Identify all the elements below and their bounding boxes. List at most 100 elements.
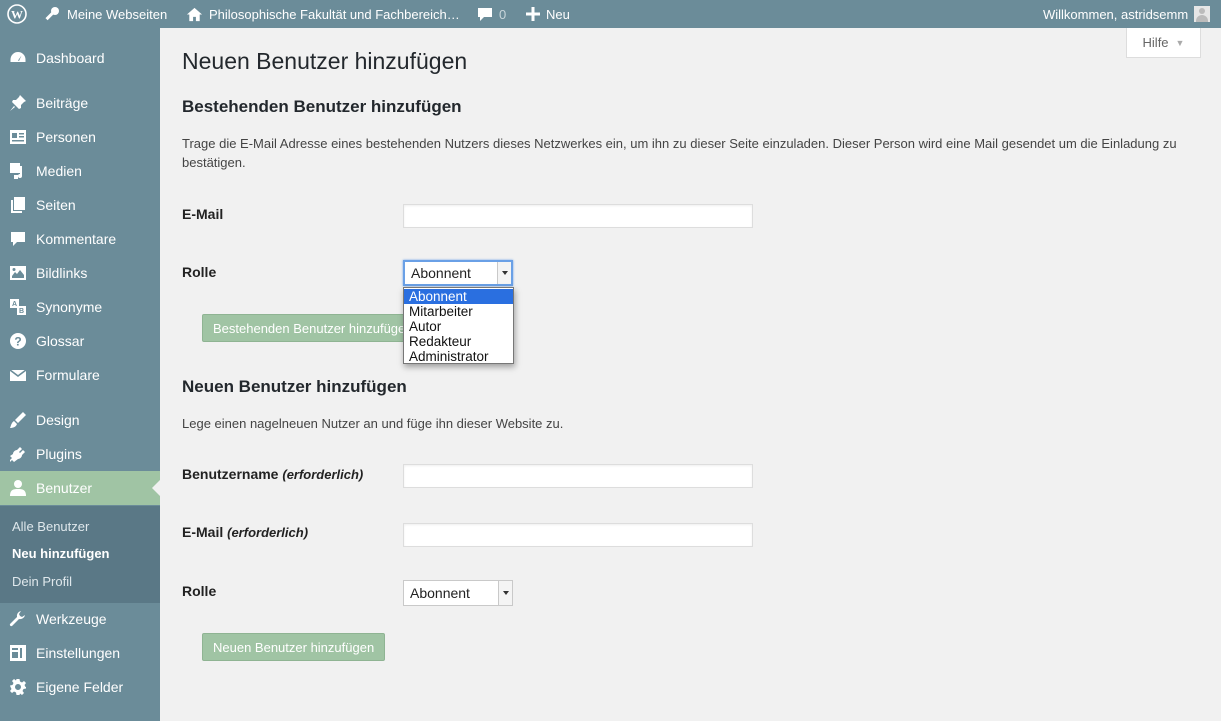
new-role-select[interactable]: Abonnent — [403, 580, 513, 606]
new-content-menu[interactable]: Neu — [526, 0, 570, 28]
user-icon — [9, 479, 27, 497]
help-tab[interactable]: Hilfe ▼ — [1126, 28, 1201, 58]
sidebar-item-dashboard[interactable]: Dashboard — [0, 41, 160, 75]
wrench-icon — [9, 610, 27, 628]
svg-text:?: ? — [14, 335, 21, 349]
new-email-input[interactable] — [403, 523, 753, 547]
home-icon — [186, 7, 203, 21]
existing-user-description: Trage die E-Mail Adresse eines bestehend… — [182, 136, 1177, 170]
sidebar-item-media[interactable]: Medien — [0, 154, 160, 188]
chevron-down-icon — [498, 581, 512, 605]
pages-icon — [9, 196, 27, 214]
svg-text:A: A — [12, 301, 17, 308]
comments-menu[interactable]: 0 — [477, 0, 506, 28]
key-icon — [45, 7, 59, 21]
brush-icon — [9, 411, 27, 429]
pin-icon — [9, 94, 27, 112]
sidebar-item-settings[interactable]: Einstellungen — [0, 636, 160, 670]
svg-text:W: W — [11, 8, 23, 22]
existing-role-label: Rolle — [182, 264, 217, 280]
chevron-down-icon — [497, 262, 511, 284]
sidebar-item-plugins[interactable]: Plugins — [0, 437, 160, 471]
existing-email-label: E-Mail — [182, 206, 224, 222]
sidebar-item-forms[interactable]: Formulare — [0, 358, 160, 392]
gear-icon — [9, 678, 27, 696]
role-option-administrator[interactable]: Administrator — [404, 349, 513, 364]
sidebar-item-glossary[interactable]: ? Glossar — [0, 324, 160, 358]
welcome-text: Willkommen, astridsemm — [1043, 6, 1189, 22]
page-title: Neuen Benutzer hinzufügen — [182, 48, 468, 74]
sidebar-item-comments[interactable]: Kommentare — [0, 222, 160, 256]
role-option-subscriber[interactable]: Abonnent — [404, 289, 513, 304]
existing-email-input[interactable] — [403, 204, 753, 228]
translate-icon: AB — [9, 298, 27, 316]
sidebar-item-label: Synonyme — [36, 299, 103, 315]
username-input[interactable] — [403, 464, 753, 488]
sidebar-item-design[interactable]: Design — [0, 403, 160, 437]
username-label: Benutzername (erforderlich) — [182, 466, 363, 482]
sidebar-item-label: Dashboard — [36, 50, 105, 66]
help-icon: ? — [9, 332, 27, 350]
role-option-editor[interactable]: Redakteur — [404, 334, 513, 349]
sidebar-item-imagelinks[interactable]: Bildlinks — [0, 256, 160, 290]
submenu-profile[interactable]: Dein Profil — [12, 574, 72, 589]
svg-text:B: B — [19, 308, 24, 315]
new-email-label-text: E-Mail — [182, 524, 224, 540]
username-required-note: (erforderlich) — [282, 467, 364, 482]
existing-role-select[interactable]: Abonnent — [403, 260, 513, 286]
add-new-user-label: Neuen Benutzer hinzufügen — [213, 639, 375, 655]
sidebar-item-label: Eigene Felder — [36, 679, 124, 695]
sidebar-item-label: Personen — [36, 129, 96, 145]
sidebar-item-synonyms[interactable]: AB Synonyme — [0, 290, 160, 324]
email-icon — [9, 366, 27, 384]
sidebar-item-label: Formulare — [36, 367, 100, 383]
role-option-contributor[interactable]: Mitarbeiter — [404, 304, 513, 319]
sidebar-item-label: Werkzeuge — [36, 611, 107, 627]
wordpress-logo-icon[interactable]: W — [7, 0, 27, 28]
sidebar-item-label: Einstellungen — [36, 645, 121, 661]
sidebar-item-pages[interactable]: Seiten — [0, 188, 160, 222]
sidebar-item-label: Benutzer — [36, 480, 93, 496]
sidebar-item-posts[interactable]: Beiträge — [0, 86, 160, 120]
help-tab-label: Hilfe — [1142, 35, 1169, 50]
sidebar-item-label: Kommentare — [36, 231, 117, 247]
site-name-label: Philosophische Fakultät und Fachbereich… — [209, 6, 460, 22]
my-sites-menu[interactable]: Meine Webseiten — [43, 0, 167, 28]
role-option-author[interactable]: Autor — [404, 319, 513, 334]
media-icon — [9, 162, 27, 180]
new-email-label: E-Mail (erforderlich) — [182, 524, 308, 540]
add-new-user-button[interactable]: Neuen Benutzer hinzufügen — [202, 633, 386, 661]
existing-role-value: Abonnent — [411, 265, 471, 281]
site-name-menu[interactable]: Philosophische Fakultät und Fachbereich… — [186, 0, 460, 28]
image-icon — [9, 264, 27, 282]
comment-icon — [478, 8, 492, 21]
username-label-text: Benutzername — [182, 466, 279, 482]
new-role-value: Abonnent — [410, 585, 470, 601]
submenu-all-users[interactable]: Alle Benutzer — [12, 519, 89, 534]
comment-icon — [9, 230, 27, 248]
sidebar-item-tools[interactable]: Werkzeuge — [0, 602, 160, 636]
avatar — [1194, 6, 1211, 22]
role-dropdown-list: Abonnent Mitarbeiter Autor Redakteur Adm… — [403, 287, 514, 364]
account-menu[interactable]: Willkommen, astridsemm — [1043, 0, 1211, 28]
existing-user-heading: Bestehenden Benutzer hinzufügen — [182, 97, 462, 116]
add-existing-user-button[interactable]: Bestehenden Benutzer hinzufügen — [202, 314, 406, 342]
sidebar-item-custom-fields[interactable]: Eigene Felder — [0, 670, 160, 704]
admin-sidebar: Dashboard Beiträge Personen Medien Seite… — [0, 28, 160, 721]
settings-icon — [9, 644, 27, 662]
my-sites-label: Meine Webseiten — [67, 6, 168, 22]
plus-icon — [526, 7, 540, 21]
sidebar-item-label: Medien — [36, 163, 82, 179]
sidebar-item-label: Plugins — [36, 446, 82, 462]
sidebar-item-label: Glossar — [36, 333, 85, 349]
sidebar-item-users[interactable]: Benutzer — [0, 471, 160, 505]
sidebar-item-people[interactable]: Personen — [0, 120, 160, 154]
add-existing-user-label: Bestehenden Benutzer hinzufügen — [213, 320, 406, 336]
comments-count: 0 — [499, 6, 507, 22]
new-user-heading: Neuen Benutzer hinzufügen — [182, 377, 407, 396]
submenu-add-new[interactable]: Neu hinzufügen — [12, 546, 110, 561]
sidebar-item-label: Beiträge — [36, 95, 89, 111]
email-required-note: (erforderlich) — [227, 525, 309, 540]
new-user-description: Lege einen nagelneuen Nutzer an und füge… — [182, 416, 564, 431]
new-label: Neu — [546, 6, 570, 22]
